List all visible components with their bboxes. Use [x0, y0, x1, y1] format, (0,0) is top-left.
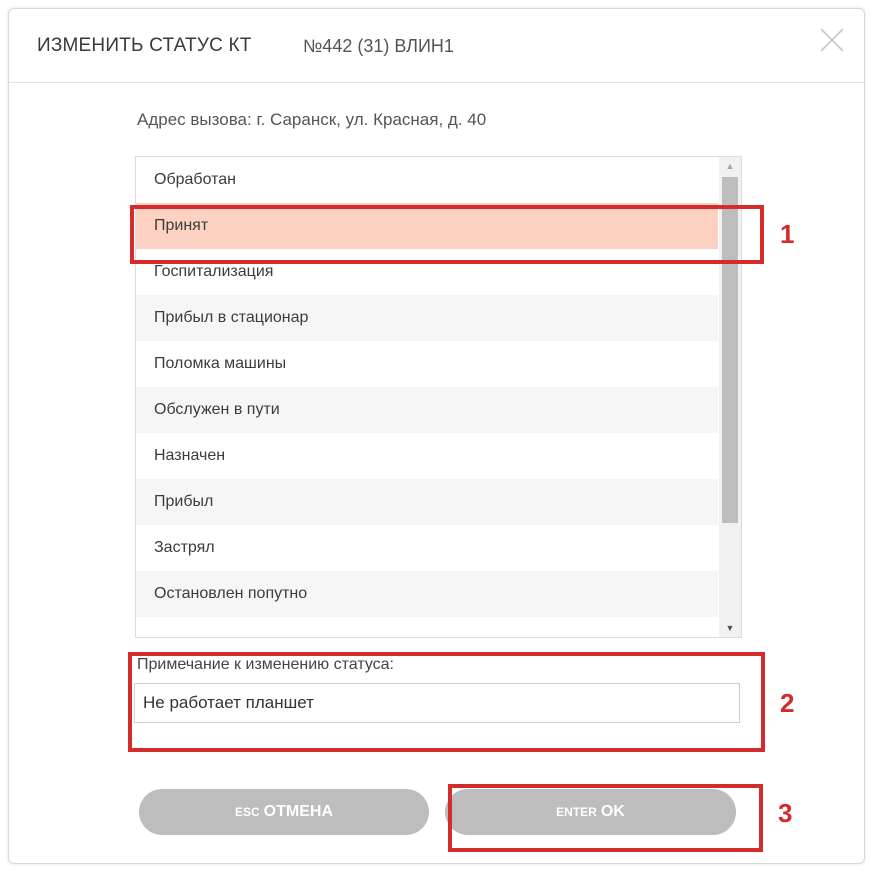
list-item[interactable]: Обслужен в пути	[136, 387, 718, 433]
close-icon	[820, 28, 844, 52]
list-item[interactable]: Назначен	[136, 433, 718, 479]
triangle-down-icon: ▼	[725, 623, 735, 633]
list-item[interactable]: Поломка машины	[136, 341, 718, 387]
scroll-up-button[interactable]: ▲	[719, 157, 741, 175]
highlight-box-status	[130, 205, 764, 264]
cancel-label: ОТМЕНА	[263, 803, 333, 820]
cancel-key-hint: ESC	[234, 805, 260, 819]
annotation-number-1: 1	[780, 219, 795, 249]
call-address: Адрес вызова: г. Саранск, ул. Красная, д…	[137, 110, 487, 129]
close-button[interactable]	[815, 23, 849, 57]
dialog-subtitle: №442 (31) ВЛИН1	[303, 36, 454, 56]
scroll-down-button[interactable]: ▼	[719, 619, 741, 637]
highlight-box-note	[128, 652, 765, 752]
list-item[interactable]: Прибыл в стационар	[136, 295, 718, 341]
list-item[interactable]: Застрял	[136, 525, 718, 571]
triangle-up-icon: ▲	[725, 161, 735, 171]
cancel-button[interactable]: ESC ОТМЕНА	[139, 789, 429, 835]
dialog-title: ИЗМЕНИТЬ СТАТУС КТ	[37, 35, 252, 56]
annotation-number-2: 2	[780, 688, 795, 718]
highlight-box-ok	[448, 784, 763, 852]
list-item[interactable]: Обработан	[136, 157, 718, 203]
dialog-header: ИЗМЕНИТЬ СТАТУС КТ №442 (31) ВЛИН1	[9, 9, 864, 83]
annotation-number-3: 3	[778, 798, 793, 828]
list-item[interactable]: Прибыл	[136, 479, 718, 525]
list-item[interactable]: Остановлен попутно	[136, 571, 718, 617]
